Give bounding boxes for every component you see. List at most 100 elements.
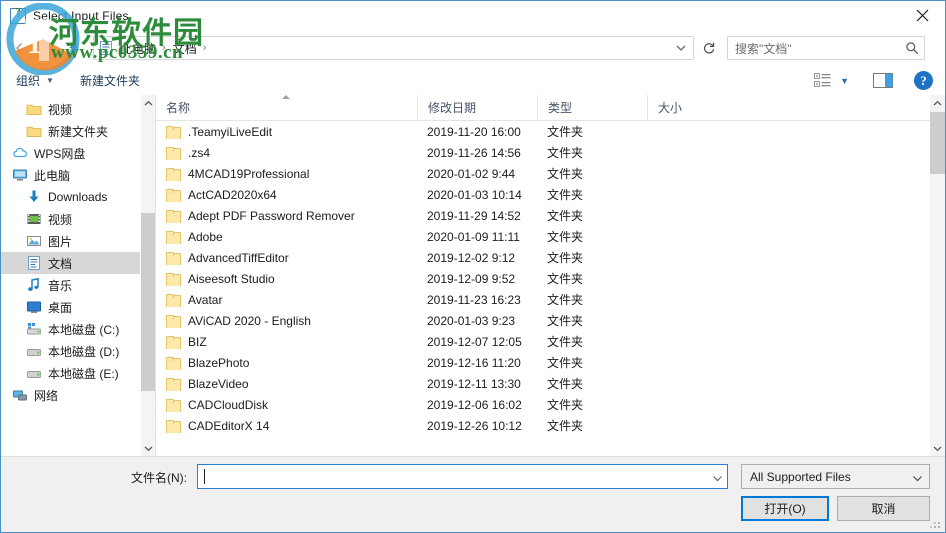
address-bar[interactable]: 此电脑 › 文档 › bbox=[93, 36, 694, 60]
table-row[interactable]: AdvancedTiffEditor 2019-12-02 9:12 文件夹 bbox=[156, 247, 930, 268]
cancel-button-label: 取消 bbox=[871, 502, 896, 516]
sidebar-item-0[interactable]: 视频 bbox=[1, 98, 155, 120]
file-name-cell: Avatar bbox=[156, 293, 417, 307]
sidebar-scroll-down-button[interactable] bbox=[141, 440, 155, 456]
file-type-filter[interactable]: All Supported Files bbox=[741, 464, 930, 489]
sidebar-item-8[interactable]: 音乐 bbox=[1, 274, 155, 296]
file-scroll-thumb[interactable] bbox=[930, 112, 945, 174]
file-date-cell: 2019-12-26 10:12 bbox=[427, 418, 522, 433]
file-name-cell: Aiseesoft Studio bbox=[156, 272, 417, 286]
file-scroll-down-button[interactable] bbox=[930, 440, 945, 456]
table-row[interactable]: BlazePhoto 2019-12-16 11:20 文件夹 bbox=[156, 352, 930, 373]
table-row[interactable]: CADEditorX 14 2019-12-26 10:12 文件夹 bbox=[156, 415, 930, 436]
table-row[interactable]: Adept PDF Password Remover 2019-11-29 14:… bbox=[156, 205, 930, 226]
sidebar-item-5[interactable]: 视频 bbox=[1, 208, 155, 230]
sidebar-scroll-thumb[interactable] bbox=[141, 213, 155, 391]
file-name-label: .zs4 bbox=[188, 145, 211, 160]
drive-icon bbox=[26, 343, 42, 359]
search-box[interactable]: 搜索"文档" bbox=[727, 36, 925, 60]
breadcrumb-item-0[interactable]: 此电脑 bbox=[118, 40, 158, 57]
table-row[interactable]: 4MCAD19Professional 2020-01-02 9:44 文件夹 bbox=[156, 163, 930, 184]
forward-button[interactable] bbox=[33, 35, 59, 61]
folder-icon bbox=[166, 356, 181, 370]
sidebar-item-1[interactable]: 新建文件夹 bbox=[1, 120, 155, 142]
file-name-cell: BlazeVideo bbox=[156, 377, 417, 391]
file-type-cell: 文件夹 bbox=[547, 188, 584, 202]
sidebar-item-11[interactable]: 本地磁盘 (D:) bbox=[1, 340, 155, 362]
table-row[interactable]: BIZ 2019-12-07 12:05 文件夹 bbox=[156, 331, 930, 352]
sidebar-item-4[interactable]: Downloads bbox=[1, 186, 155, 208]
chevron-down-icon: ▼ bbox=[46, 76, 54, 85]
resize-grip[interactable] bbox=[930, 517, 942, 529]
table-row[interactable]: Avatar 2019-11-23 16:23 文件夹 bbox=[156, 289, 930, 310]
cancel-button[interactable]: 取消 bbox=[837, 496, 930, 521]
sidebar-item-2[interactable]: WPS网盘 bbox=[1, 142, 155, 164]
breadcrumb-separator-end[interactable]: › bbox=[203, 42, 207, 54]
breadcrumb-separator[interactable]: › bbox=[162, 42, 166, 54]
file-date-cell: 2019-11-23 16:23 bbox=[427, 292, 521, 307]
search-icon bbox=[905, 41, 919, 60]
sidebar-item-6[interactable]: 图片 bbox=[1, 230, 155, 252]
table-row[interactable]: AViCAD 2020 - English 2020-01-03 9:23 文件夹 bbox=[156, 310, 930, 331]
organize-label: 组织 bbox=[16, 74, 41, 88]
file-scroll-up-button[interactable] bbox=[930, 95, 945, 111]
sidebar-scrollbar[interactable] bbox=[140, 95, 155, 456]
drive-icon bbox=[26, 365, 42, 381]
sidebar-item-3[interactable]: 此电脑 bbox=[1, 164, 155, 186]
table-row[interactable]: CADCloudDisk 2019-12-06 16:02 文件夹 bbox=[156, 394, 930, 415]
search-input[interactable]: 搜索"文档" bbox=[735, 40, 792, 57]
folder-icon bbox=[166, 125, 181, 139]
table-row[interactable]: BlazeVideo 2019-12-11 13:30 文件夹 bbox=[156, 373, 930, 394]
file-type-cell: 文件夹 bbox=[547, 251, 584, 265]
table-row[interactable]: .zs4 2019-11-26 14:56 文件夹 bbox=[156, 142, 930, 163]
view-mode-button[interactable]: ▼ bbox=[812, 73, 851, 88]
sidebar-item-13[interactable]: 网络 bbox=[1, 384, 155, 406]
sidebar-item-label: 本地磁盘 (C:) bbox=[48, 322, 120, 337]
back-button[interactable] bbox=[7, 35, 33, 61]
documents-icon bbox=[98, 40, 114, 56]
column-header-date[interactable]: 修改日期 bbox=[417, 95, 537, 120]
folder-icon bbox=[166, 398, 181, 412]
up-button[interactable] bbox=[61, 35, 87, 61]
file-date-cell: 2019-12-07 12:05 bbox=[427, 334, 522, 349]
file-name-cell: BIZ bbox=[156, 335, 417, 349]
preview-pane-button[interactable] bbox=[873, 73, 893, 88]
help-button[interactable]: ? bbox=[914, 71, 933, 90]
filename-input[interactable] bbox=[197, 464, 728, 489]
breadcrumb-item-1[interactable]: 文档 bbox=[171, 40, 199, 57]
folder-icon bbox=[166, 314, 181, 328]
file-name-label: 4MCAD19Professional bbox=[188, 166, 310, 181]
sidebar-item-10[interactable]: 本地磁盘 (C:) bbox=[1, 318, 155, 340]
sidebar-item-12[interactable]: 本地磁盘 (E:) bbox=[1, 362, 155, 384]
sidebar-item-9[interactable]: 桌面 bbox=[1, 296, 155, 318]
column-header-type[interactable]: 类型 bbox=[537, 95, 647, 120]
folder-icon bbox=[166, 377, 181, 391]
sidebar-scroll-up-button[interactable] bbox=[141, 95, 155, 111]
file-list-scrollbar[interactable] bbox=[930, 95, 945, 456]
file-name-label: ActCAD2020x64 bbox=[188, 187, 277, 202]
file-type-cell: 文件夹 bbox=[547, 314, 584, 328]
table-row[interactable]: ActCAD2020x64 2020-01-03 10:14 文件夹 bbox=[156, 184, 930, 205]
table-row[interactable]: .TeamyiLiveEdit 2019-11-20 16:00 文件夹 bbox=[156, 121, 930, 142]
file-date-cell: 2020-01-03 10:14 bbox=[427, 187, 522, 202]
file-name-cell: Adobe bbox=[156, 230, 417, 244]
close-button[interactable] bbox=[899, 1, 945, 30]
table-row[interactable]: Aiseesoft Studio 2019-12-09 9:52 文件夹 bbox=[156, 268, 930, 289]
open-button-label: 打开(O) bbox=[764, 502, 806, 516]
address-dropdown-button[interactable] bbox=[671, 37, 691, 59]
file-type-cell: 文件夹 bbox=[547, 356, 584, 370]
help-label: ? bbox=[920, 72, 927, 88]
organize-button[interactable]: 组织 ▼ bbox=[16, 72, 54, 89]
open-button[interactable]: 打开(O) bbox=[741, 496, 829, 521]
sidebar-item-7[interactable]: 文档 bbox=[1, 252, 155, 274]
sidebar-list: 视频 新建文件夹 WPS网盘 此电脑 Downloads 视频 图片 文档 音乐 桌面 本地磁盘 (… bbox=[1, 95, 155, 406]
folder-icon bbox=[166, 146, 181, 160]
filename-dropdown-button[interactable] bbox=[712, 470, 723, 488]
file-type-cell: 文件夹 bbox=[547, 209, 584, 223]
table-row[interactable]: Adobe 2020-01-09 11:11 文件夹 bbox=[156, 226, 930, 247]
refresh-button[interactable] bbox=[697, 36, 721, 60]
new-folder-button[interactable]: 新建文件夹 bbox=[80, 72, 140, 89]
column-header-name[interactable]: 名称 bbox=[156, 95, 417, 120]
column-header-size[interactable]: 大小 bbox=[647, 95, 727, 120]
file-date-cell: 2019-12-06 16:02 bbox=[427, 397, 522, 412]
